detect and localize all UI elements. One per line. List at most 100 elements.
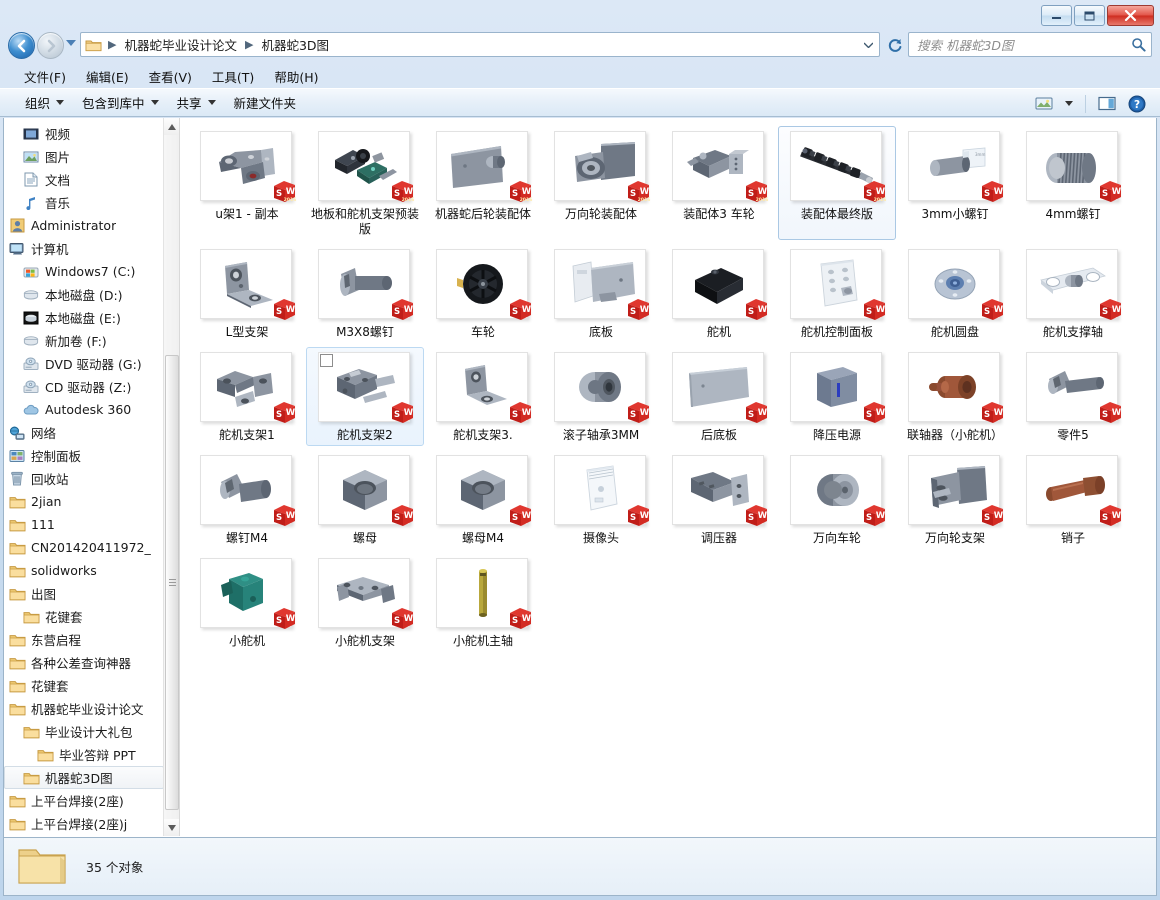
sidebar-item-12[interactable]: Autodesk 360 (4, 398, 164, 421)
include-library-button[interactable]: 包含到库中 (73, 89, 168, 116)
file-item[interactable]: S W 2016 装配体最终版 (778, 126, 896, 240)
file-item[interactable]: S W 联轴器（小舵机） (896, 347, 1014, 446)
sidebar-item-10[interactable]: DVD 驱动器 (G:) (4, 352, 164, 375)
refresh-button[interactable] (885, 35, 905, 55)
file-item[interactable]: S W 2016 机器蛇后轮装配体 (424, 126, 542, 240)
sidebar-item-23[interactable]: 各种公差查询神器 (4, 651, 164, 674)
breadcrumb-dropdown-icon[interactable] (859, 33, 877, 56)
file-item[interactable]: S W 滚子轴承3MM (542, 347, 660, 446)
file-item[interactable]: S W 降压电源 (778, 347, 896, 446)
search-input[interactable]: 搜索 机器蛇3D图 (909, 35, 1125, 54)
file-item[interactable]: S W 螺母M4 (424, 450, 542, 549)
sidebar-item-30[interactable]: 上平台焊接(2座)j (4, 812, 164, 835)
sidebar-item-24[interactable]: 花键套 (4, 674, 164, 697)
file-item[interactable]: S W 4mm螺钉 (1014, 126, 1132, 240)
file-item[interactable]: S W 舵机支撑轴 (1014, 244, 1132, 343)
navigation-pane[interactable]: 视频 图片 文档 音乐 Administrator 计算机 Windows7 (C:) 本地磁… (4, 118, 180, 836)
breadcrumb-separator[interactable]: ▶ (239, 38, 259, 51)
breadcrumb-item-0[interactable]: 机器蛇毕业设计论文 (122, 35, 239, 54)
search-box[interactable]: 搜索 机器蛇3D图 (908, 32, 1152, 57)
file-item[interactable]: S W L型支架 (188, 244, 306, 343)
file-item[interactable]: S W 小舵机 (188, 553, 306, 652)
sidebar-item-2[interactable]: 文档 (4, 168, 164, 191)
file-item[interactable]: S W 螺母 (306, 450, 424, 549)
sidebar-scroll-thumb[interactable] (165, 355, 179, 810)
file-item[interactable]: S W 舵机支架3. (424, 347, 542, 446)
sidebar-item-29[interactable]: 上平台焊接(2座) (4, 789, 164, 812)
breadcrumb[interactable]: ▶ 机器蛇毕业设计论文 ▶ 机器蛇3D图 (80, 32, 880, 57)
file-item[interactable]: 3mm S W 3mm小螺钉 (896, 126, 1014, 240)
file-item[interactable]: S W 2016 u架1 - 副本 (188, 126, 306, 240)
file-item[interactable]: S W 万向轮支架 (896, 450, 1014, 549)
organize-button[interactable]: 组织 (16, 89, 73, 116)
sidebar-item-27[interactable]: 毕业答辩 PPT (4, 743, 164, 766)
file-item[interactable]: S W 2016 装配体3 车轮 (660, 126, 778, 240)
file-item[interactable]: S W 螺钉M4 (188, 450, 306, 549)
sidebar-item-25[interactable]: 机器蛇毕业设计论文 (4, 697, 164, 720)
breadcrumb-item-1[interactable]: 机器蛇3D图 (259, 35, 331, 54)
sidebar-item-13[interactable]: 网络 (4, 421, 164, 444)
file-item[interactable]: S W 零件5 (1014, 347, 1132, 446)
sidebar-item-18[interactable]: CN201420411972_ (4, 536, 164, 559)
share-button[interactable]: 共享 (168, 89, 225, 116)
file-item[interactable]: S W 2016 万向轮装配体 (542, 126, 660, 240)
sidebar-item-26[interactable]: 毕业设计大礼包 (4, 720, 164, 743)
sidebar-item-19[interactable]: solidworks (4, 559, 164, 582)
sidebar-item-8[interactable]: 本地磁盘 (E:) (4, 306, 164, 329)
sidebar-item-16[interactable]: 2jian (4, 490, 164, 513)
file-item[interactable]: S W 舵机控制面板 (778, 244, 896, 343)
preview-pane-icon[interactable] (1094, 93, 1120, 115)
minimize-button[interactable] (1041, 5, 1072, 26)
sidebar-item-9[interactable]: 新加卷 (F:) (4, 329, 164, 352)
file-item[interactable]: S W 小舵机支架 (306, 553, 424, 652)
file-item[interactable]: S W 小舵机主轴 (424, 553, 542, 652)
sidebar-scrollbar[interactable] (163, 118, 179, 836)
file-item[interactable]: S W 舵机支架1 (188, 347, 306, 446)
menu-help[interactable]: 帮助(H) (264, 64, 328, 89)
file-item[interactable]: S W 舵机圆盘 (896, 244, 1014, 343)
menu-file[interactable]: 文件(F) (14, 64, 76, 89)
sidebar-item-21[interactable]: 花键套 (4, 605, 164, 628)
change-view-icon[interactable] (1031, 93, 1057, 115)
new-folder-button[interactable]: 新建文件夹 (225, 89, 306, 116)
file-item[interactable]: S W 后底板 (660, 347, 778, 446)
menu-view[interactable]: 查看(V) (139, 64, 202, 89)
back-button[interactable] (8, 32, 35, 59)
file-item[interactable]: S W 舵机支架2 (306, 347, 424, 446)
close-button[interactable] (1107, 5, 1154, 26)
maximize-button[interactable] (1074, 5, 1105, 26)
sidebar-item-3[interactable]: 音乐 (4, 191, 164, 214)
sidebar-item-17[interactable]: 111 (4, 513, 164, 536)
scroll-down-button[interactable] (164, 819, 179, 836)
menu-edit[interactable]: 编辑(E) (76, 64, 139, 89)
sidebar-item-11[interactable]: CD 驱动器 (Z:) (4, 375, 164, 398)
sidebar-item-7[interactable]: 本地磁盘 (D:) (4, 283, 164, 306)
scroll-up-button[interactable] (164, 118, 179, 135)
sidebar-item-5[interactable]: 计算机 (4, 237, 164, 260)
view-dropdown-icon[interactable] (1061, 93, 1077, 115)
sidebar-item-1[interactable]: 图片 (4, 145, 164, 168)
sidebar-item-4[interactable]: Administrator (4, 214, 164, 237)
search-icon[interactable] (1125, 37, 1151, 52)
recent-locations-icon[interactable] (66, 40, 76, 46)
file-item[interactable]: S W 万向车轮 (778, 450, 896, 549)
file-select-checkbox[interactable] (320, 354, 333, 367)
file-item[interactable]: S W 调压器 (660, 450, 778, 549)
sidebar-item-22[interactable]: 东营启程 (4, 628, 164, 651)
sidebar-item-14[interactable]: 控制面板 (4, 444, 164, 467)
file-item[interactable]: S W 2016 地板和舵机支架预装版 (306, 126, 424, 240)
file-item[interactable]: S W 摄像头 (542, 450, 660, 549)
sidebar-item-0[interactable]: 视频 (4, 122, 164, 145)
file-item[interactable]: S W 舵机 (660, 244, 778, 343)
file-item[interactable]: S W 销子 (1014, 450, 1132, 549)
help-button[interactable]: ? (1124, 93, 1150, 115)
file-list-pane[interactable]: S W 2016 u架1 - 副本 S W 2016 地板和舵机支架预装版 S … (180, 118, 1156, 837)
file-item[interactable]: S W M3X8螺钉 (306, 244, 424, 343)
file-item[interactable]: S W 车轮 (424, 244, 542, 343)
sidebar-item-6[interactable]: Windows7 (C:) (4, 260, 164, 283)
sidebar-item-15[interactable]: 回收站 (4, 467, 164, 490)
menu-tools[interactable]: 工具(T) (202, 64, 264, 89)
file-item[interactable]: S W 底板 (542, 244, 660, 343)
sidebar-item-20[interactable]: 出图 (4, 582, 164, 605)
sidebar-item-28[interactable]: 机器蛇3D图 (4, 766, 164, 789)
